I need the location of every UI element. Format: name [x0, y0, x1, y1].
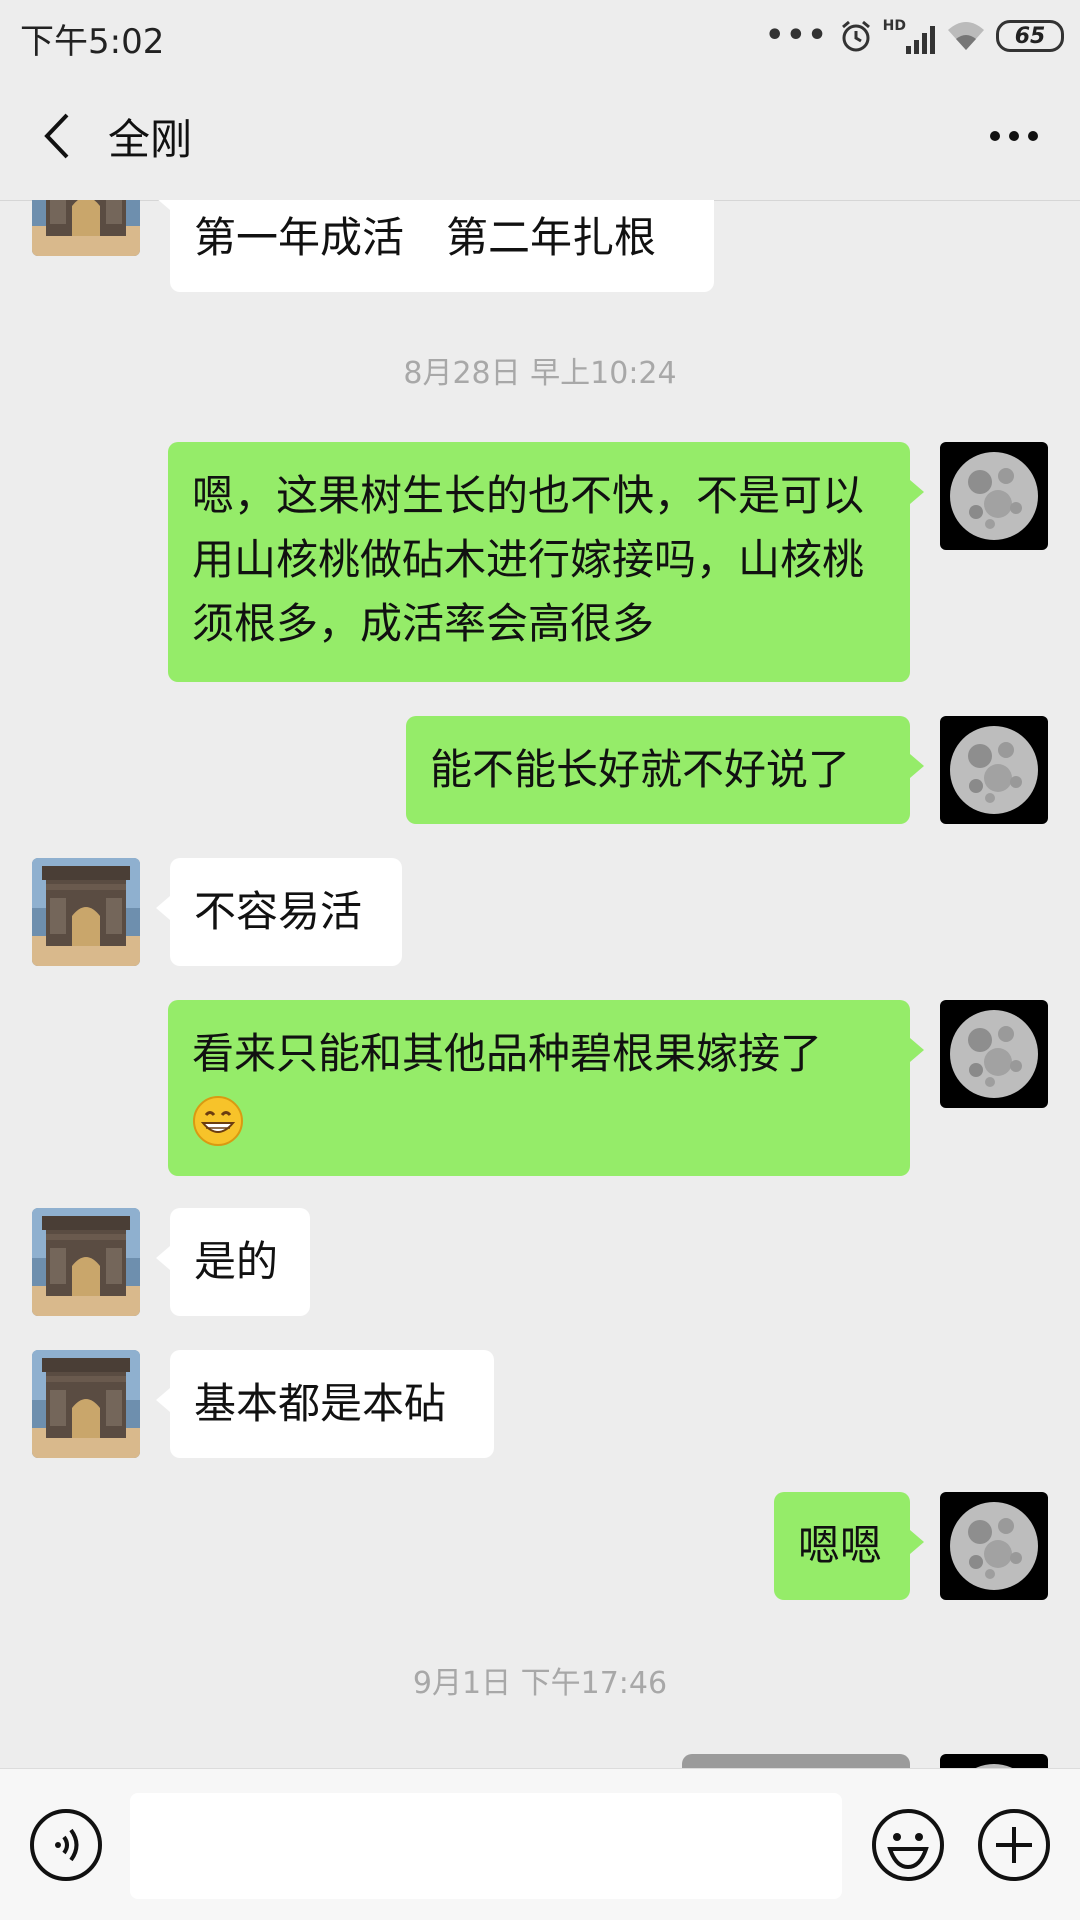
plus-icon[interactable] — [976, 1807, 1052, 1883]
chat-title: 全刚 — [108, 115, 193, 164]
contact-avatar[interactable] — [32, 1208, 140, 1316]
outgoing-message-bubble[interactable]: 嗯嗯 — [774, 1492, 924, 1600]
my-avatar[interactable] — [940, 1000, 1048, 1108]
my-avatar[interactable] — [940, 716, 1048, 824]
emoji-icon[interactable] — [870, 1807, 946, 1883]
cell-signal-icon — [906, 26, 935, 54]
more-options-button[interactable] — [978, 106, 1050, 166]
message-text: 第一年成活 第二年扎根 — [194, 213, 657, 262]
hd-signal-icon: HD — [883, 18, 936, 54]
contact-avatar[interactable] — [32, 200, 140, 256]
chat-header: 全刚 — [0, 76, 1080, 201]
outgoing-message-bubble[interactable]: 看来只能和其他品种碧根果嫁接了 — [168, 1000, 924, 1176]
status-icons: ••• HD 65 — [765, 14, 1064, 58]
my-avatar[interactable] — [940, 1492, 1048, 1600]
incoming-message-bubble[interactable]: 不容易活 — [156, 858, 402, 966]
message-text: 基本都是本砧 — [194, 1379, 447, 1428]
incoming-message-bubble[interactable]: 是的 — [156, 1208, 310, 1316]
network-label: HD — [882, 18, 906, 34]
message-input[interactable] — [130, 1793, 842, 1899]
outgoing-message-bubble[interactable]: 能不能长好就不好说了 — [406, 716, 924, 824]
message-list[interactable]: 第一年成活 第二年扎根 8月28日 早上10:24 嗯，这果树生长的也不快，不是… — [0, 200, 1080, 1768]
incoming-message-bubble[interactable]: 基本都是本砧 — [156, 1350, 494, 1458]
chat-screen: 下午5:02 ••• HD 65 全刚 第一年成活 第二年扎根 8月28日 早上… — [0, 0, 1080, 1920]
more-horizontal-icon — [990, 131, 1038, 141]
partial-message-bubble[interactable] — [682, 1754, 910, 1768]
message-text: 不容易活 — [194, 887, 363, 936]
message-timestamp: 8月28日 早上10:24 — [403, 356, 677, 391]
status-bar: 下午5:02 ••• HD 65 — [0, 0, 1080, 76]
battery-icon: 65 — [996, 20, 1064, 52]
message-text: 嗯嗯 — [798, 1521, 883, 1570]
alarm-icon — [841, 20, 870, 52]
chevron-left-icon — [44, 113, 69, 159]
message-text: 能不能长好就不好说了 — [430, 745, 851, 794]
chat-input-bar — [0, 1768, 1080, 1920]
status-time: 下午5:02 — [20, 22, 165, 62]
more-notifications-icon: ••• — [765, 18, 829, 53]
outgoing-message-bubble[interactable]: 嗯，这果树生长的也不快，不是可以用山核桃做砧木进行嫁接吗，山核桃须根多，成活率会… — [168, 442, 924, 682]
message-text: 嗯，这果树生长的也不快，不是可以用山核桃做砧木进行嫁接吗，山核桃须根多，成活率会… — [192, 471, 865, 648]
contact-avatar[interactable] — [32, 1350, 140, 1458]
message-text: 看来只能和其他品种碧根果嫁接了 — [192, 1029, 823, 1078]
grin-emoji-icon — [193, 1095, 243, 1146]
back-button[interactable] — [28, 104, 84, 168]
voice-icon[interactable] — [28, 1807, 104, 1883]
contact-avatar[interactable] — [32, 858, 140, 966]
wifi-icon — [948, 22, 984, 50]
my-avatar[interactable] — [940, 442, 1048, 550]
message-timestamp: 9月1日 下午17:46 — [412, 1666, 668, 1701]
my-avatar[interactable] — [940, 1754, 1048, 1768]
message-text: 是的 — [194, 1237, 279, 1286]
incoming-message-bubble[interactable]: 第一年成活 第二年扎根 — [156, 200, 714, 292]
